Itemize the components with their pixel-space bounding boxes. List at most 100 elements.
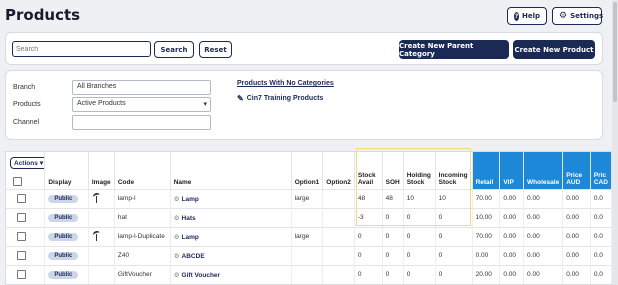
training-products-link[interactable]: ✎ Cin7 Training Products — [237, 94, 323, 103]
row-soh: 0 — [382, 226, 404, 246]
create-parent-category-button[interactable]: Create New Parent Category — [399, 40, 509, 59]
col-option2[interactable]: Option2 — [322, 152, 355, 189]
row-code: lamp-l — [114, 188, 171, 208]
row-select — [6, 264, 46, 284]
row-incoming: 0 — [435, 207, 473, 227]
table-row[interactable]: Public hat ⚙ Hats -3 0 0 0 10.00 0.00 0.00 0.00 0.0 — [6, 207, 612, 227]
row-price-aud: 0.00 — [562, 207, 591, 227]
gear-icon: ⚙ — [173, 233, 180, 241]
col-soh[interactable]: SOH — [382, 152, 404, 189]
row-soh: 0 — [382, 264, 404, 284]
row-checkbox[interactable] — [17, 251, 26, 260]
row-price-cad: 0.0 — [590, 188, 612, 208]
row-retail: 10.00 — [472, 207, 501, 227]
row-wholesale: 0.00 — [523, 245, 564, 265]
row-checkbox[interactable] — [17, 232, 26, 241]
col-image[interactable]: Image — [88, 152, 115, 189]
help-label: Help — [521, 12, 540, 20]
col-incoming-stock[interactable]: Incoming Stock — [435, 152, 473, 189]
page-title: Products — [5, 6, 81, 24]
product-name-link[interactable]: Lamp — [182, 234, 199, 241]
search-button[interactable]: Search — [154, 41, 194, 58]
row-code: lamp-l-Duplicate — [114, 226, 171, 246]
col-price-aud[interactable]: Price AUD — [562, 152, 591, 189]
row-option1 — [291, 245, 324, 265]
gear-icon: ⚙ — [173, 195, 180, 203]
col-wholesale[interactable]: Wholesale — [523, 152, 564, 189]
col-retail[interactable]: Retail — [472, 152, 501, 189]
create-product-button[interactable]: Create New Product — [513, 40, 595, 59]
display-badge[interactable]: Public — [48, 213, 79, 222]
row-display: Public — [44, 188, 89, 208]
row-stock-avail: 48 — [354, 188, 383, 208]
col-code[interactable]: Code — [114, 152, 171, 189]
row-price-aud: 0.00 — [562, 226, 591, 246]
row-stock-avail: -3 — [354, 207, 383, 227]
row-wholesale: 0.00 — [523, 264, 564, 284]
row-stock-avail: 0 — [354, 226, 383, 246]
table-row[interactable]: Public lamp-l ⚙ Lamp large 48 48 10 10 70.00 0.00 0… — [6, 188, 612, 208]
row-checkbox[interactable] — [17, 270, 26, 280]
row-stock-avail: 0 — [354, 245, 383, 265]
product-name-link[interactable]: ABCDE — [182, 253, 205, 260]
col-vip[interactable]: VIP — [499, 152, 525, 189]
row-select — [6, 245, 46, 265]
row-vip: 0.00 — [499, 245, 525, 265]
row-vip: 0.00 — [499, 226, 525, 246]
row-price-cad: 0.0 — [590, 207, 612, 227]
table-row[interactable]: Public lamp-l-Duplicate ⚙ Lamp large 0 0 0 0 70.0… — [6, 226, 612, 246]
branch-field[interactable]: All Branches — [72, 80, 211, 95]
products-select[interactable]: Active Products — [72, 97, 211, 112]
row-price-cad: 0.0 — [590, 245, 612, 265]
row-display: Public — [44, 245, 89, 265]
table-row[interactable]: Public Z40 ⚙ ABCDE 0 0 0 0 0.00 0.00 0.00 0.00 0.0 — [6, 245, 612, 265]
products-table: Actions ▾ Display Image Code Name Option… — [5, 151, 613, 285]
select-all-header: Actions ▾ — [6, 152, 46, 189]
row-holding: 10 — [403, 188, 436, 208]
row-stock-avail: 0 — [354, 264, 383, 284]
row-checkbox[interactable] — [17, 194, 26, 203]
actions-label: Actions — [14, 159, 38, 167]
display-badge[interactable]: Public — [48, 232, 79, 241]
row-price-cad: 0.0 — [590, 264, 612, 284]
select-all-checkbox[interactable] — [13, 176, 22, 186]
row-image — [88, 264, 115, 284]
vertical-scrollbar[interactable] — [612, 0, 618, 285]
product-name-link[interactable]: Lamp — [182, 196, 199, 203]
row-holding: 0 — [403, 245, 436, 265]
col-option1[interactable]: Option1 — [291, 152, 324, 189]
row-name: ⚙ Lamp — [170, 226, 292, 246]
search-input[interactable] — [12, 41, 151, 57]
actions-dropdown[interactable]: Actions ▾ — [10, 157, 44, 169]
products-no-categories-link[interactable]: Products With No Categories — [237, 80, 334, 87]
row-retail: 0.00 — [472, 245, 501, 265]
row-vip: 0.00 — [499, 188, 525, 208]
row-incoming: 10 — [435, 188, 473, 208]
row-wholesale: 0.00 — [523, 226, 564, 246]
row-vip: 0.00 — [499, 207, 525, 227]
col-display[interactable]: Display — [44, 152, 89, 189]
row-code: Z40 — [114, 245, 171, 265]
product-name-link[interactable]: Hats — [182, 215, 196, 222]
col-name[interactable]: Name — [170, 152, 292, 189]
scrollbar-thumb[interactable] — [613, 2, 617, 102]
col-stock-avail[interactable]: Stock Avail — [354, 152, 383, 189]
row-checkbox[interactable] — [17, 213, 26, 222]
row-option2 — [322, 264, 355, 284]
reset-button[interactable]: Reset — [199, 41, 232, 58]
table-row[interactable]: Public GiftVoucher ⚙ Gift Voucher 0 0 0 0 20.00 0… — [6, 264, 612, 284]
col-price-cad[interactable]: Pric CAD — [590, 152, 612, 189]
row-option1 — [291, 207, 324, 227]
product-name-link[interactable]: Gift Voucher — [182, 272, 221, 279]
channel-field[interactable] — [72, 115, 211, 130]
display-badge[interactable]: Public — [48, 270, 79, 279]
row-price-aud: 0.00 — [562, 245, 591, 265]
row-wholesale: 0.00 — [523, 188, 564, 208]
display-badge[interactable]: Public — [48, 251, 79, 260]
row-image — [88, 245, 115, 265]
row-incoming: 0 — [435, 264, 473, 284]
help-button[interactable]: ? Help — [507, 7, 547, 25]
settings-button[interactable]: ⚙ Settings — [552, 7, 603, 25]
display-badge[interactable]: Public — [48, 194, 79, 203]
col-holding-stock[interactable]: Holding Stock — [403, 152, 436, 189]
